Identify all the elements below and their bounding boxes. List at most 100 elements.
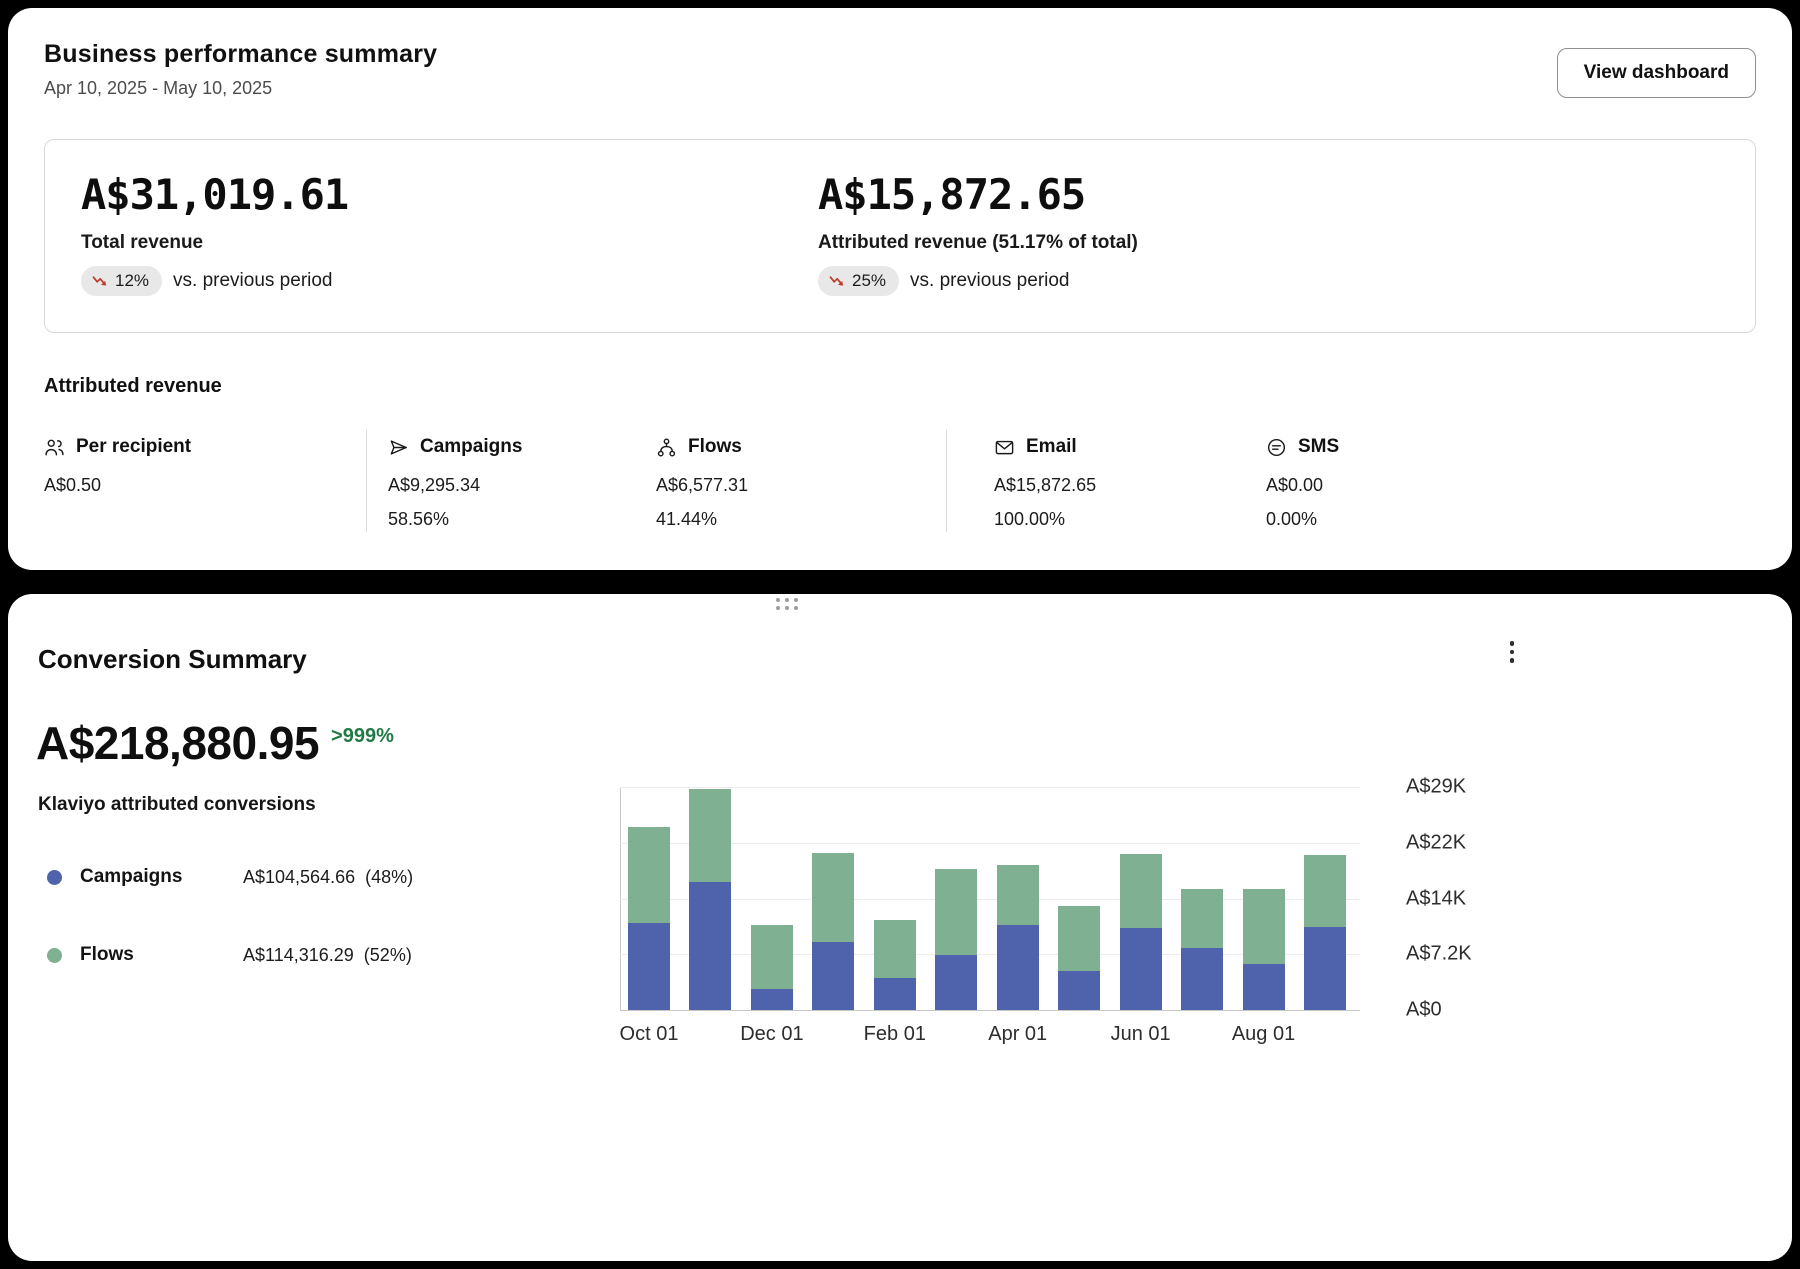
bar-10 [1181, 787, 1223, 1010]
bar-7: Apr 01 [997, 787, 1039, 1010]
bar-segment-campaigns [997, 925, 1039, 1010]
y-axis: A$29K A$22K A$14K A$7.2K A$0 [1406, 787, 1516, 1010]
bar-segment-campaigns [1304, 927, 1346, 1010]
conversion-total-value: A$218,880.95 [36, 716, 319, 770]
bar-segment-flows [751, 925, 793, 990]
conversion-subtitle: Klaviyo attributed conversions [38, 794, 316, 816]
x-axis-label: Feb 01 [864, 1023, 926, 1046]
attributed-revenue-heading: Attributed revenue [44, 375, 1756, 398]
bar-8 [1058, 787, 1100, 1010]
x-axis-line [620, 1010, 1360, 1011]
bar-segment-campaigns [751, 989, 793, 1010]
column-amount: A$0.00 [1266, 475, 1339, 496]
bar-2 [689, 787, 731, 1010]
title-block: Business performance summary Apr 10, 202… [44, 40, 437, 99]
bar-segment-campaigns [1058, 971, 1100, 1010]
conversion-summary-title: Conversion Summary [38, 644, 307, 675]
bar-segment-campaigns [812, 942, 854, 1010]
bar-segment-flows [628, 827, 670, 923]
flows-column: Flows A$6,577.31 41.44% [656, 436, 748, 530]
legend-label: Flows [80, 944, 243, 966]
bar-5: Feb 01 [874, 787, 916, 1010]
trend-suffix: vs. previous period [173, 270, 332, 292]
campaigns-color-dot [47, 870, 62, 885]
trend-badge: 25% [818, 266, 899, 296]
bar-segment-flows [997, 865, 1039, 924]
bar-segment-flows [935, 869, 977, 956]
send-icon [388, 437, 409, 458]
stacked-bar-chart: Oct 01Dec 01Feb 01Apr 01Jun 01Aug 01 [620, 787, 1360, 1010]
bar-segment-campaigns [628, 923, 670, 1010]
legend-value: A$114,316.29 (52%) [243, 945, 412, 966]
attributed-revenue-trend: 25% vs. previous period [818, 266, 1719, 296]
column-label: Per recipient [76, 436, 191, 458]
bar-9: Jun 01 [1120, 787, 1162, 1010]
date-range: Apr 10, 2025 - May 10, 2025 [44, 78, 437, 99]
total-revenue-value: A$31,019.61 [81, 170, 818, 219]
trend-percent: 25% [852, 271, 886, 291]
x-axis-label: Jun 01 [1111, 1023, 1171, 1046]
bar-segment-campaigns [1181, 948, 1223, 1010]
per-recipient-column: Per recipient A$0.50 [44, 436, 191, 496]
y-tick-label: A$14K [1406, 887, 1466, 910]
trend-suffix: vs. previous period [910, 270, 1069, 292]
bars-container: Oct 01Dec 01Feb 01Apr 01Jun 01Aug 01 [628, 787, 1346, 1010]
bar-segment-flows [812, 853, 854, 941]
email-icon [994, 437, 1015, 458]
column-amount: A$0.50 [44, 475, 191, 496]
divider [366, 430, 367, 532]
bar-12 [1304, 787, 1346, 1010]
bar-11: Aug 01 [1243, 787, 1285, 1010]
view-dashboard-button[interactable]: View dashboard [1557, 48, 1756, 98]
trend-badge: 12% [81, 266, 162, 296]
bar-segment-flows [1243, 889, 1285, 964]
x-axis-label: Dec 01 [740, 1023, 803, 1046]
y-tick-label: A$29K [1406, 776, 1466, 799]
column-percent: 58.56% [388, 509, 522, 530]
bar-segment-flows [1120, 854, 1162, 928]
conversion-change-percent: >999% [331, 725, 394, 748]
column-label: Campaigns [420, 436, 522, 458]
column-amount: A$9,295.34 [388, 475, 522, 496]
drag-handle[interactable] [776, 598, 798, 610]
legend-label: Campaigns [80, 866, 243, 888]
y-tick-label: A$0 [1406, 999, 1442, 1022]
legend-value: A$104,564.66 (48%) [243, 867, 413, 888]
total-revenue-metric: A$31,019.61 Total revenue 12% vs. previo… [81, 170, 818, 302]
bar-segment-flows [1181, 889, 1223, 947]
legend-item-flows: Flows A$114,316.29 (52%) [47, 944, 413, 966]
x-axis-label: Aug 01 [1232, 1023, 1295, 1046]
kebab-menu-button[interactable] [1496, 632, 1528, 672]
attributed-revenue-metric: A$15,872.65 Attributed revenue (51.17% o… [818, 170, 1719, 302]
x-axis-label: Apr 01 [988, 1023, 1047, 1046]
business-summary-title: Business performance summary [44, 40, 437, 69]
total-revenue-trend: 12% vs. previous period [81, 266, 818, 296]
column-label: SMS [1298, 436, 1339, 458]
x-axis-label: Oct 01 [620, 1023, 679, 1046]
bar-segment-campaigns [689, 882, 731, 1010]
bar-segment-campaigns [935, 955, 977, 1010]
bar-segment-flows [1058, 906, 1100, 971]
attributed-revenue-breakdown: Per recipient A$0.50 Campaigns A$9,295.3… [44, 436, 1756, 556]
bar-3: Dec 01 [751, 787, 793, 1010]
trend-down-icon [829, 275, 845, 288]
column-percent: 41.44% [656, 509, 748, 530]
bar-segment-flows [1304, 855, 1346, 927]
bar-segment-flows [874, 920, 916, 978]
divider [946, 430, 947, 532]
people-icon [44, 437, 65, 458]
attributed-revenue-value: A$15,872.65 [818, 170, 1719, 219]
column-percent: 100.00% [994, 509, 1096, 530]
revenue-metrics-box: A$31,019.61 Total revenue 12% vs. previo… [44, 139, 1756, 333]
bar-segment-campaigns [874, 978, 916, 1010]
email-column: Email A$15,872.65 100.00% [994, 436, 1096, 530]
column-label: Flows [688, 436, 742, 458]
column-label: Email [1026, 436, 1077, 458]
chart-legend: Campaigns A$104,564.66 (48%) Flows A$114… [47, 866, 413, 1022]
column-amount: A$6,577.31 [656, 475, 748, 496]
kebab-icon [1510, 641, 1515, 646]
bar-segment-flows [689, 789, 731, 883]
card-header: Business performance summary Apr 10, 202… [44, 40, 1756, 99]
flow-icon [656, 437, 677, 458]
total-revenue-label: Total revenue [81, 232, 818, 254]
